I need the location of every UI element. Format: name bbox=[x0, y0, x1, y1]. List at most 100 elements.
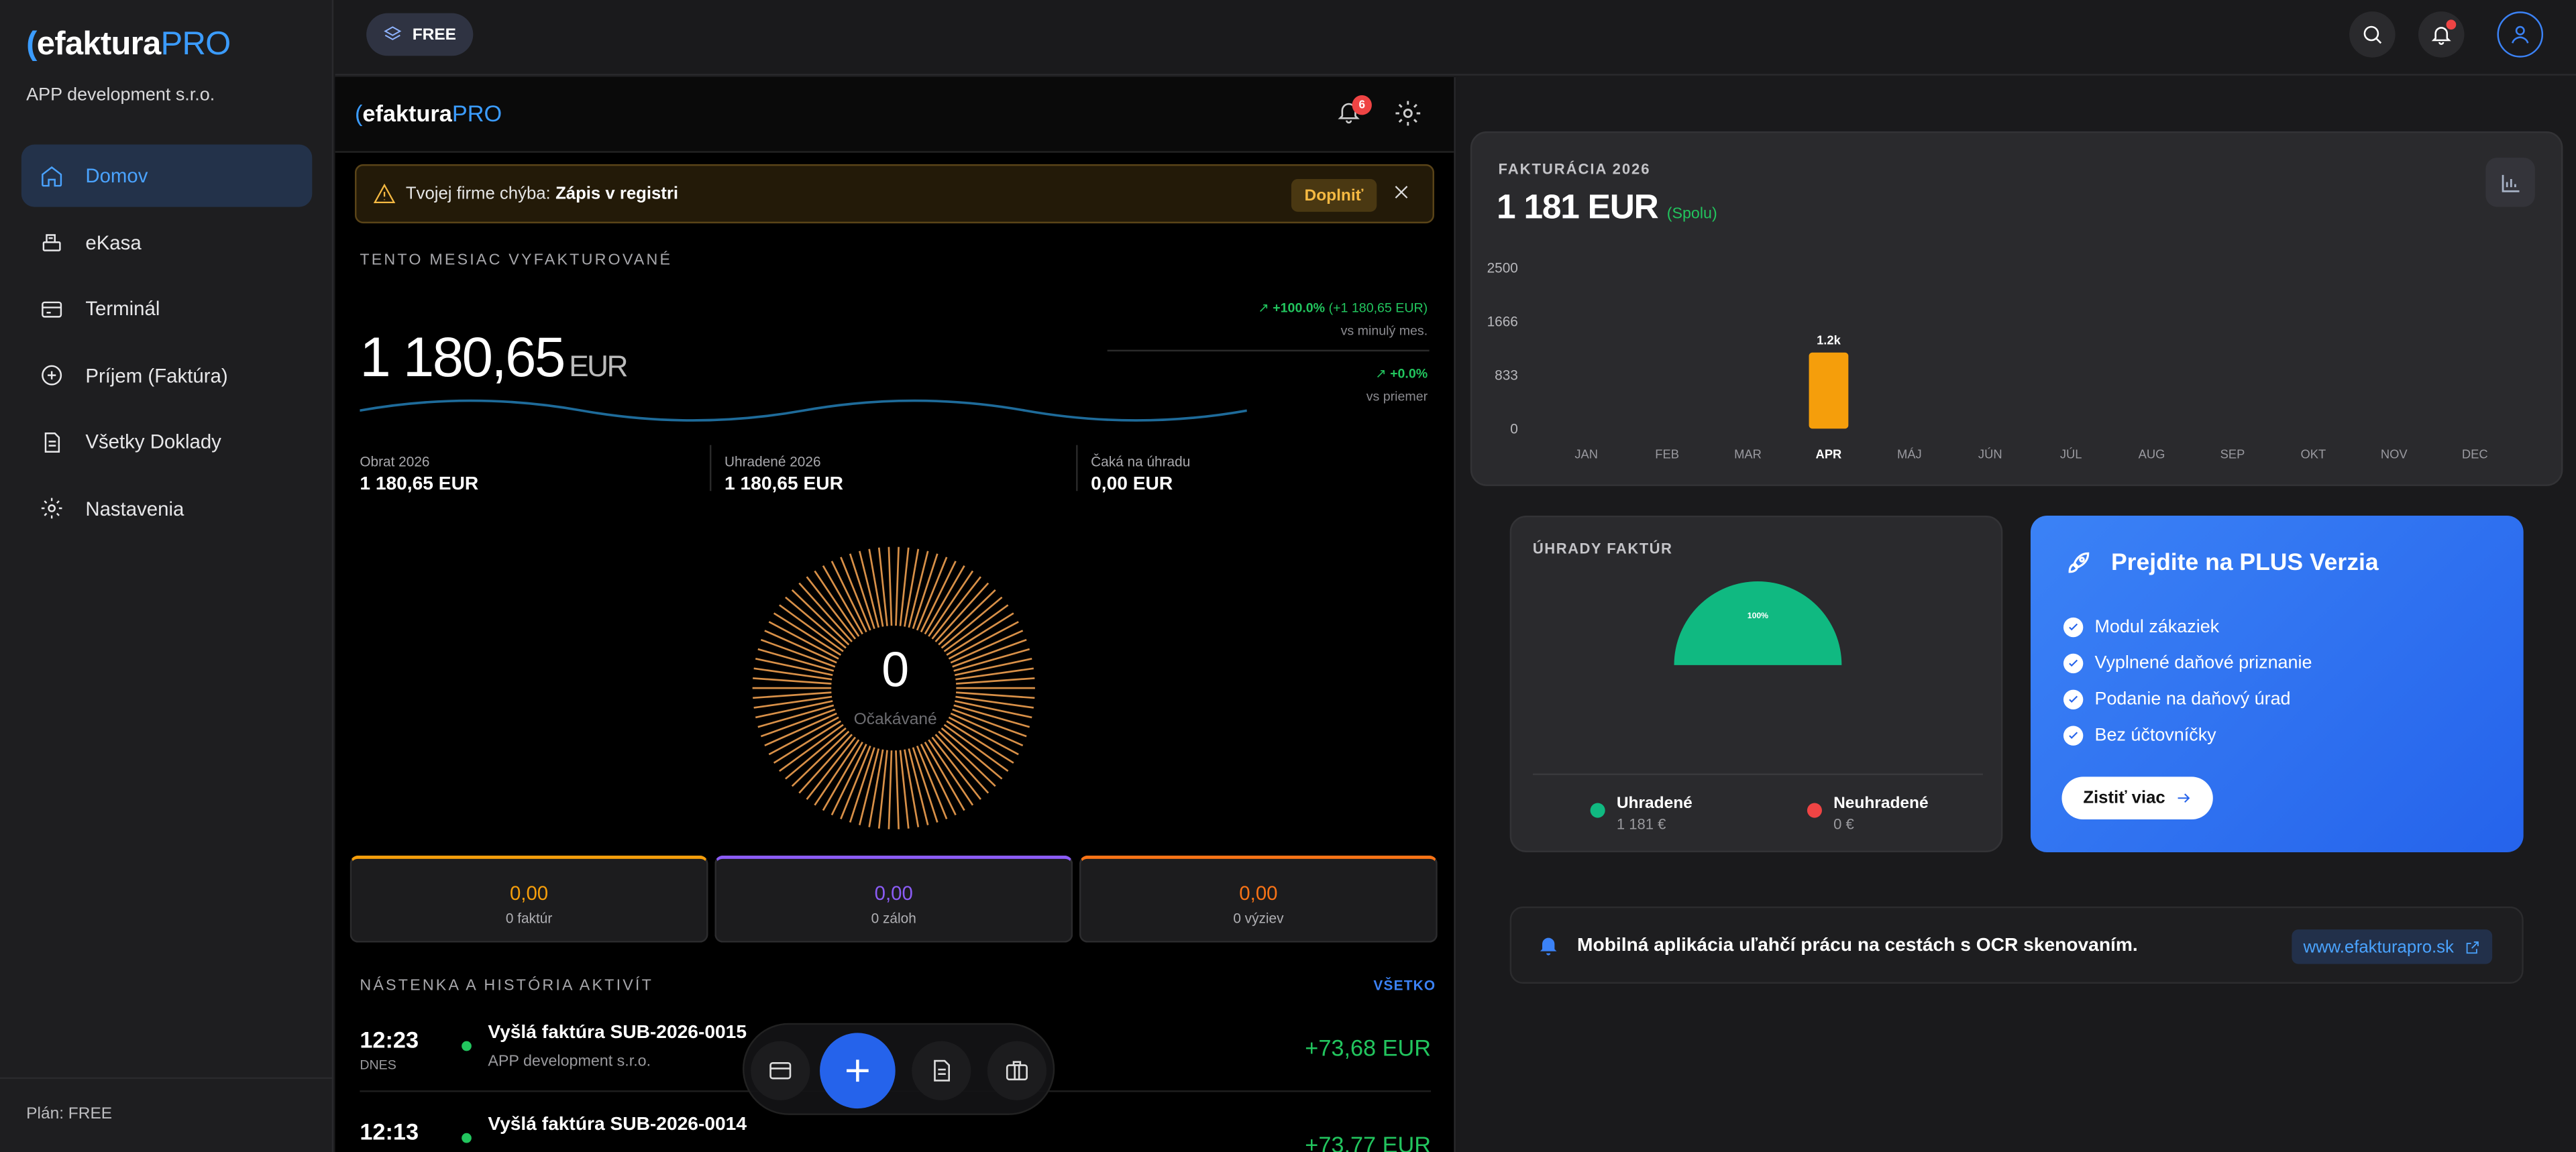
y-tick-label: 0 bbox=[1510, 422, 1518, 437]
status-dot bbox=[462, 1133, 472, 1143]
card-icon bbox=[769, 1062, 792, 1080]
sidebar-item-label: eKasa bbox=[85, 231, 142, 254]
legend-dot bbox=[1807, 803, 1822, 818]
close-icon bbox=[1395, 186, 1408, 198]
warning-icon bbox=[373, 183, 396, 203]
sidebar-item-label: Terminál bbox=[85, 297, 160, 321]
app-logo[interactable]: (efakturaPRO bbox=[26, 26, 231, 64]
expected-value: 0 bbox=[881, 644, 910, 698]
payments-card: ÚHRADY FAKTÚR 100% Uhradené 1 181 € Neuh… bbox=[1509, 515, 2003, 853]
arrow-right-icon bbox=[2178, 793, 2190, 803]
burst-ray bbox=[938, 730, 996, 787]
requests-card[interactable]: 0,00 0 výziev bbox=[1079, 855, 1438, 943]
panel-settings-button[interactable] bbox=[1393, 99, 1423, 136]
x-tick-label: FEB bbox=[1655, 447, 1679, 461]
search-button[interactable] bbox=[2349, 11, 2396, 58]
briefcase-quick-button[interactable] bbox=[987, 1041, 1047, 1100]
user-icon bbox=[2512, 25, 2529, 44]
learn-more-button[interactable]: Zistiť viac bbox=[2061, 776, 2213, 820]
sidebar-item-terminal[interactable]: Terminál bbox=[21, 278, 312, 340]
sidebar: (efakturaPRO APP development s.r.o. Domo… bbox=[0, 0, 334, 1152]
y-tick-label: 1666 bbox=[1487, 314, 1518, 330]
register-icon bbox=[38, 229, 64, 255]
documents-quick-button[interactable] bbox=[912, 1041, 971, 1100]
legend-unpaid: Neuhradené 0 € bbox=[1807, 795, 1929, 833]
y-tick-label: 833 bbox=[1495, 368, 1518, 384]
burst-ray bbox=[791, 589, 850, 646]
trend-month: ↗ +100.0% (+1 180,65 EUR) vs minulý mes. bbox=[1258, 300, 1428, 339]
complete-button[interactable]: Doplniť bbox=[1291, 178, 1377, 212]
x-tick-label: SEP bbox=[2220, 447, 2245, 461]
upgrade-feature-list: Modul zákaziek Vyplnené daňové priznanie… bbox=[2063, 610, 2312, 754]
gear-icon bbox=[38, 496, 64, 522]
sidebar-item-prijem[interactable]: Príjem (Faktúra) bbox=[21, 345, 312, 407]
sidebar-item-doklady[interactable]: Všetky Doklady bbox=[21, 411, 312, 473]
notification-count-badge: 6 bbox=[1352, 95, 1372, 115]
burst-ray bbox=[938, 589, 996, 646]
invoices-card[interactable]: 0,00 0 faktúr bbox=[350, 855, 708, 943]
x-tick-label: JÚN bbox=[1978, 447, 2002, 461]
document-icon bbox=[38, 429, 64, 455]
company-name: APP development s.r.o. bbox=[26, 85, 215, 105]
expected-label: Očakávané bbox=[853, 711, 937, 730]
layers-icon bbox=[384, 26, 402, 40]
stat-caka: Čaká na úhradu 0,00 EUR bbox=[1091, 453, 1191, 495]
gear-icon bbox=[1395, 101, 1421, 126]
slice-uhradené[interactable] bbox=[1674, 581, 1842, 665]
activity-title: NÁSTENKA A HISTÓRIA AKTIVÍT bbox=[360, 977, 653, 996]
sparkline-wave bbox=[360, 399, 1247, 422]
trend-divider bbox=[1107, 349, 1430, 352]
month-amount-currency: EUR bbox=[569, 349, 628, 383]
burst-ray bbox=[791, 730, 850, 787]
terminal-quick-button[interactable] bbox=[751, 1041, 810, 1100]
notification-dot bbox=[2446, 19, 2457, 30]
create-new-button[interactable] bbox=[820, 1033, 896, 1109]
missing-registry-alert: Tvojej firme chýba: Zápis v registri Dop… bbox=[354, 164, 1434, 224]
burst-ray bbox=[888, 750, 893, 829]
sidebar-item-label: Nastavenia bbox=[85, 497, 184, 521]
sidebar-item-domov[interactable]: Domov bbox=[21, 144, 313, 207]
payments-half-donut: 100% bbox=[1674, 581, 1842, 665]
feature-item: Vyplnené daňové priznanie bbox=[2063, 645, 2312, 681]
sidebar-item-label: Všetky Doklady bbox=[85, 430, 221, 454]
burst-ray bbox=[895, 750, 900, 829]
feature-item: Bez účtovníčky bbox=[2063, 717, 2312, 754]
user-menu-button[interactable] bbox=[2497, 11, 2544, 58]
plan-label: Plán: FREE bbox=[0, 1077, 334, 1152]
rocket-icon bbox=[2068, 552, 2090, 573]
bar-apr[interactable] bbox=[1809, 352, 1849, 429]
sidebar-item-nastavenia[interactable]: Nastavenia bbox=[21, 478, 312, 540]
month-title: TENTO MESIAC VYFAKTUROVANÉ bbox=[360, 251, 673, 270]
briefcase-icon bbox=[1006, 1061, 1028, 1081]
invoicing-chart-card: FAKTURÁCIA 2026 1 181 EUR (Spolu) 0 833 16… bbox=[1470, 131, 2563, 486]
upgrade-title: Prejdite na PLUS Verzia bbox=[2063, 549, 2379, 578]
website-link[interactable]: www.efakturapro.sk bbox=[2292, 929, 2492, 964]
home-icon bbox=[38, 162, 64, 188]
payments-divider bbox=[1532, 773, 1983, 775]
mobile-app-banner: Mobilná aplikácia uľahčí prácu na cestác… bbox=[1509, 906, 2524, 984]
upgrade-plus-card: Prejdite na PLUS Verzia Modul zákaziek V… bbox=[2030, 515, 2524, 853]
alert-bold-text: Zápis v registri bbox=[555, 184, 679, 204]
activity-all-link[interactable]: VŠETKO bbox=[1373, 977, 1436, 993]
x-tick-label: NOV bbox=[2381, 447, 2408, 461]
panel-notifications-button[interactable]: 6 bbox=[1336, 95, 1372, 131]
close-alert-button[interactable] bbox=[1391, 182, 1414, 205]
burst-ray bbox=[895, 546, 900, 626]
plus-icon bbox=[847, 1059, 869, 1082]
sidebar-item-label: Príjem (Faktúra) bbox=[85, 364, 228, 388]
slice-label: 100% bbox=[1748, 611, 1768, 620]
status-dot bbox=[462, 1041, 472, 1051]
deposits-card[interactable]: 0,00 0 záloh bbox=[714, 855, 1073, 943]
sidebar-item-ekasa[interactable]: eKasa bbox=[21, 211, 312, 274]
dashboard-panel: (efakturaPRO 6 Tvojej firme chýba: Zápis… bbox=[335, 77, 1456, 1152]
x-tick-label: MAR bbox=[1734, 447, 1762, 461]
stat-divider bbox=[709, 445, 712, 492]
plan-badge[interactable]: FREE bbox=[366, 13, 473, 56]
mobile-app-text: Mobilná aplikácia uľahčí prácu na cestác… bbox=[1577, 935, 2138, 956]
y-tick-label: 2500 bbox=[1487, 261, 1518, 276]
notifications-button[interactable] bbox=[2418, 11, 2465, 58]
feature-item: Modul zákaziek bbox=[2063, 610, 2312, 646]
legend-paid: Uhradené 1 181 € bbox=[1590, 795, 1693, 833]
x-tick-label: APR bbox=[1816, 447, 1842, 461]
burst-ray bbox=[888, 546, 893, 626]
